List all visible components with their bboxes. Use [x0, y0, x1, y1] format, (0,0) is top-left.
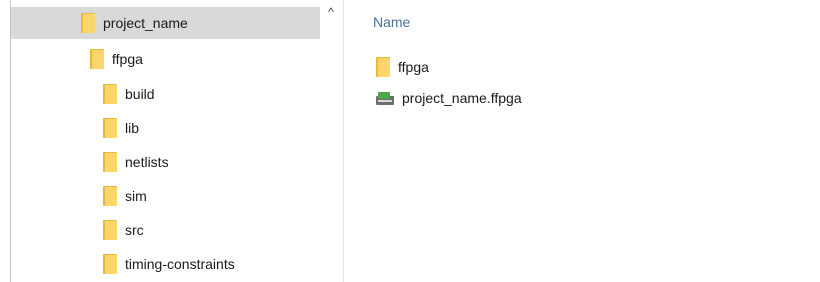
folder-icon — [103, 220, 117, 240]
tree-item-label: src — [125, 222, 144, 238]
scroll-up-arrow-icon[interactable]: ^ — [322, 4, 340, 20]
folder-icon — [103, 84, 117, 104]
file-name: ffpga — [398, 59, 429, 75]
tree-item-label: project_name — [103, 15, 188, 31]
nav-pane-border — [10, 0, 11, 282]
nav-scrollbar[interactable] — [320, 0, 342, 282]
folder-icon — [81, 13, 95, 33]
folder-icon — [103, 152, 117, 172]
tree-item-ffpga[interactable]: ffpga — [90, 43, 143, 75]
folder-icon — [103, 118, 117, 138]
tree-item-src[interactable]: src — [103, 214, 144, 246]
tree-item-label: build — [125, 86, 155, 102]
tree-item-label: lib — [125, 120, 140, 136]
navigation-pane: project_name ffpga build lib netlists si… — [0, 0, 344, 282]
tree-item-label: sim — [125, 188, 147, 204]
tree-item-build[interactable]: build — [103, 78, 155, 110]
file-row-project-file[interactable]: project_name.ffpga — [376, 84, 522, 112]
column-header-name[interactable]: Name — [373, 14, 410, 30]
folder-icon — [103, 186, 117, 206]
folder-icon — [90, 49, 104, 69]
tree-item-lib[interactable]: lib — [103, 112, 139, 144]
tree-item-project-name[interactable]: project_name — [11, 7, 320, 39]
tree-item-label: ffpga — [112, 51, 143, 67]
tree-item-label: timing-constraints — [125, 256, 235, 272]
file-name: project_name.ffpga — [402, 90, 522, 106]
file-row-ffpga-folder[interactable]: ffpga — [376, 53, 429, 81]
ffpga-file-icon — [376, 90, 394, 106]
tree-item-timing-constraints[interactable]: timing-constraints — [103, 248, 235, 280]
tree-item-netlists[interactable]: netlists — [103, 146, 169, 178]
tree-item-label: netlists — [125, 154, 169, 170]
tree-item-sim[interactable]: sim — [103, 180, 147, 212]
folder-icon — [376, 57, 390, 77]
pane-divider[interactable] — [343, 0, 344, 282]
folder-icon — [103, 254, 117, 274]
